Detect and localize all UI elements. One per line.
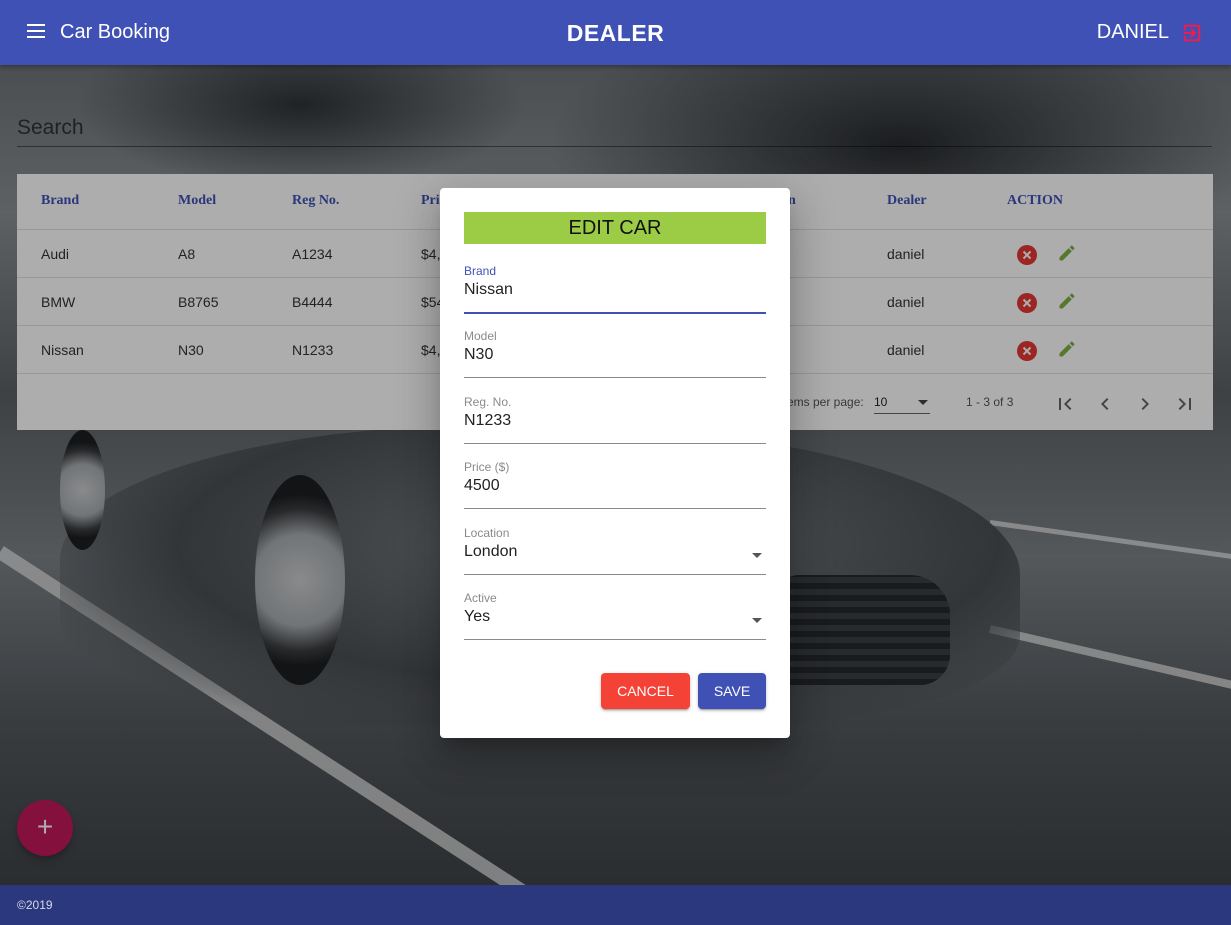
active-label: Active — [464, 591, 497, 605]
dropdown-arrow-icon — [752, 553, 762, 558]
page-title: DEALER — [566, 20, 665, 46]
price-input[interactable] — [464, 477, 766, 495]
active-select[interactable]: Active Yes — [464, 591, 766, 647]
model-underline — [464, 377, 766, 378]
brand-label: Brand — [464, 264, 497, 278]
location-select[interactable]: Location London — [464, 526, 766, 582]
price-label: Price ($) — [464, 460, 510, 474]
save-button[interactable]: SAVE — [698, 673, 766, 709]
logout-icon[interactable] — [1181, 22, 1203, 44]
brand-underline — [464, 312, 766, 314]
location-underline — [464, 574, 766, 575]
menu-icon[interactable] — [27, 24, 45, 40]
copyright-text: ©2019 — [17, 898, 53, 912]
active-underline — [464, 639, 766, 640]
edit-car-dialog: EDIT CAR Brand Model Reg. No. Price ($) … — [440, 188, 790, 738]
location-label: Location — [464, 526, 510, 540]
app-header: Car Booking DEALER DANIEL — [0, 0, 1231, 65]
brand-field[interactable]: Brand — [464, 264, 766, 320]
brand-input[interactable] — [464, 281, 766, 299]
model-field[interactable]: Model — [464, 329, 766, 385]
app-title: Car Booking — [60, 21, 171, 43]
user-name: DANIEL — [1096, 21, 1169, 43]
reg-label: Reg. No. — [464, 395, 512, 409]
location-value: London — [464, 543, 518, 560]
model-label: Model — [464, 329, 497, 343]
dialog-title: EDIT CAR — [464, 212, 766, 244]
price-underline — [464, 508, 766, 509]
cancel-button[interactable]: CANCEL — [601, 673, 690, 709]
dropdown-arrow-icon — [752, 618, 762, 623]
footer: ©2019 — [0, 885, 1231, 925]
active-value: Yes — [464, 608, 491, 625]
reg-underline — [464, 443, 766, 444]
model-input[interactable] — [464, 346, 766, 364]
price-field[interactable]: Price ($) — [464, 460, 766, 516]
reg-input[interactable] — [464, 412, 766, 430]
reg-field[interactable]: Reg. No. — [464, 395, 766, 451]
